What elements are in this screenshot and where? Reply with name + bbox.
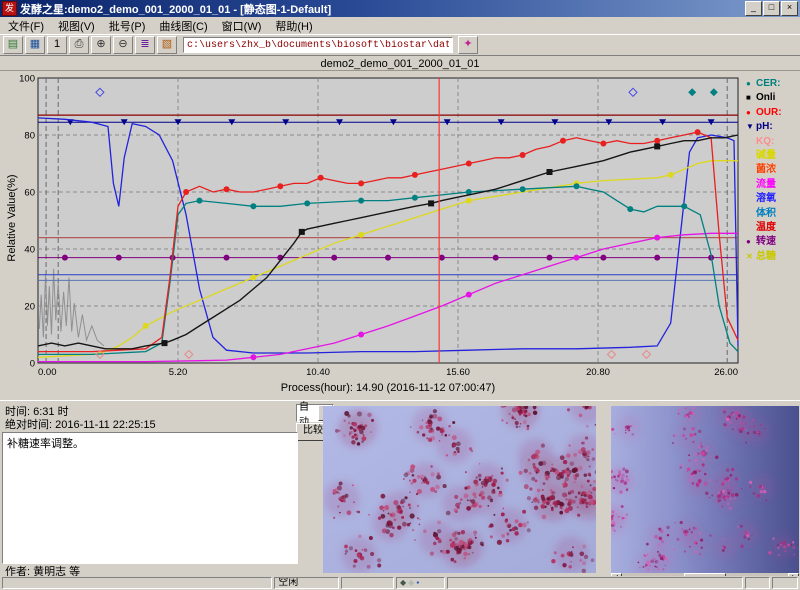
chart-legend: ●CER:■Onli●OUR:▼pH:KQ:碱量菌浓流量溶氧体积温度●转速✕总糖 bbox=[746, 77, 799, 264]
zoom-in-icon[interactable]: ⊕ bbox=[91, 36, 111, 54]
window-buttons: _□× bbox=[745, 1, 798, 16]
status-segment-1: 空闲 bbox=[274, 577, 339, 589]
menubar: 文件(F)视图(V)批号(P)曲线图(C)窗口(W)帮助(H) bbox=[0, 17, 800, 34]
svg-text:26.00: 26.00 bbox=[714, 367, 738, 378]
status-segment-2 bbox=[341, 577, 394, 589]
open-icon[interactable]: ▤ bbox=[3, 36, 23, 54]
legend-label: CER: bbox=[756, 78, 780, 89]
bottom-panel: 时间: 6:31 时 绝对时间: 2016-11-11 22:25:15 自动 … bbox=[0, 400, 800, 577]
menu-item-chart[interactable]: 曲线图(C) bbox=[152, 17, 214, 35]
save-icon[interactable]: ▦ bbox=[25, 36, 45, 54]
svg-text:100: 100 bbox=[19, 74, 35, 85]
menu-item-window[interactable]: 窗口(W) bbox=[215, 17, 269, 35]
svg-text:10.40: 10.40 bbox=[306, 367, 330, 378]
svg-text:0: 0 bbox=[30, 359, 35, 370]
print-icon[interactable]: ⎙ bbox=[69, 36, 89, 54]
window-1-icon[interactable]: 1 bbox=[47, 36, 67, 54]
legend-label: 碱量 bbox=[756, 150, 776, 161]
legend-item-5[interactable]: 碱量 bbox=[746, 149, 799, 163]
legend-item-9[interactable]: 体积 bbox=[746, 207, 799, 221]
legend-item-11[interactable]: ●转速 bbox=[746, 235, 799, 249]
micrograph-left[interactable] bbox=[323, 406, 596, 573]
micrograph-right[interactable] bbox=[611, 406, 799, 573]
legend-item-12[interactable]: ✕总糖 bbox=[746, 250, 799, 264]
chart-window-caption: demo2_demo_001_2000_01_01 bbox=[0, 54, 800, 70]
svg-text:80: 80 bbox=[24, 131, 35, 142]
menu-item-batch[interactable]: 批号(P) bbox=[102, 17, 153, 35]
status-segment-6 bbox=[772, 577, 798, 589]
legend-marker-icon: ■ bbox=[746, 91, 756, 105]
status-segment-0 bbox=[2, 577, 272, 589]
status-segment-5 bbox=[745, 577, 771, 589]
legend-item-6[interactable]: 菌浓 bbox=[746, 163, 799, 177]
app-icon: 发 bbox=[2, 1, 17, 16]
legend-marker-icon: ▼ bbox=[746, 120, 756, 134]
zoom-out-icon[interactable]: ⊖ bbox=[113, 36, 133, 54]
file-path-input[interactable] bbox=[183, 37, 453, 53]
legend-label: 转速 bbox=[756, 236, 776, 247]
note-textarea[interactable]: 补糖速率调整。 bbox=[2, 432, 298, 564]
maximize-button[interactable]: □ bbox=[763, 1, 780, 16]
chart-icon[interactable]: ▧ bbox=[157, 36, 177, 54]
svg-text:5.20: 5.20 bbox=[169, 367, 188, 378]
legend-item-0[interactable]: ●CER: bbox=[746, 77, 799, 91]
legend-item-1[interactable]: ■Onli bbox=[746, 91, 799, 105]
svg-text:Process(hour): 14.90 (2016-11-: Process(hour): 14.90 (2016-11-12 07:00:4… bbox=[281, 382, 495, 394]
svg-text:60: 60 bbox=[24, 188, 35, 199]
note-text: 补糖速率调整。 bbox=[7, 438, 84, 450]
titlebar: 发 发酵之星:demo2_demo_001_2000_01_01 - [静态图-… bbox=[0, 0, 800, 17]
legend-label: 菌浓 bbox=[756, 164, 776, 175]
legend-label: 流量 bbox=[756, 179, 776, 190]
svg-text:15.60: 15.60 bbox=[446, 367, 470, 378]
legend-item-2[interactable]: ●OUR: bbox=[746, 106, 799, 120]
legend-label: 溶氧 bbox=[756, 193, 776, 204]
legend-marker-icon: ● bbox=[746, 77, 756, 91]
svg-text:20.80: 20.80 bbox=[586, 367, 610, 378]
svg-text:0.00: 0.00 bbox=[38, 367, 57, 378]
legend-marker-icon: ● bbox=[746, 235, 756, 249]
absolute-time-label: 绝对时间: 2016-11-11 22:25:15 bbox=[5, 416, 156, 432]
menu-item-file[interactable]: 文件(F) bbox=[1, 17, 51, 35]
legend-label: Onli bbox=[756, 92, 775, 103]
refresh-icon[interactable]: ✦ bbox=[458, 36, 478, 54]
legend-label: KQ: bbox=[756, 136, 774, 147]
close-button[interactable]: × bbox=[781, 1, 798, 16]
diamond-filled-icon: ◆ bbox=[400, 578, 406, 587]
legend-marker-icon: ✕ bbox=[746, 250, 756, 264]
legend-item-8[interactable]: 溶氧 bbox=[746, 192, 799, 206]
menu-item-view[interactable]: 视图(V) bbox=[51, 17, 102, 35]
legend-item-3[interactable]: ▼pH: bbox=[746, 120, 799, 134]
diamond-light-icon: ◆ bbox=[408, 578, 414, 587]
window-title: 发酵之星:demo2_demo_001_2000_01_01 - [静态图-1-… bbox=[20, 1, 742, 17]
toolbar: ▤▦1⎙⊕⊖≣▧ ✦ bbox=[0, 34, 800, 56]
svg-text:20: 20 bbox=[24, 302, 35, 313]
minimize-button[interactable]: _ bbox=[745, 1, 762, 16]
chart-region: Relative Value(%) 0204060801000.005.2010… bbox=[0, 70, 800, 401]
legend-label: OUR: bbox=[756, 107, 782, 118]
menu-item-help[interactable]: 帮助(H) bbox=[268, 17, 319, 35]
list-icon[interactable]: ≣ bbox=[135, 36, 155, 54]
statusbar: 空闲◆◆▪ bbox=[0, 576, 800, 590]
status-segment-3: ◆◆▪ bbox=[396, 577, 445, 589]
legend-item-7[interactable]: 流量 bbox=[746, 178, 799, 192]
status-segment-4 bbox=[447, 577, 743, 589]
legend-item-10[interactable]: 温度 bbox=[746, 221, 799, 235]
toolbar-buttons: ▤▦1⎙⊕⊖≣▧ bbox=[3, 36, 177, 54]
square-blue-icon: ▪ bbox=[416, 578, 419, 587]
legend-label: 温度 bbox=[756, 222, 776, 233]
legend-label: pH: bbox=[756, 121, 773, 132]
chart-plot[interactable]: 0 20 40 60 80 100 0.00 5.20 10.40 15.60 20.80 26.00… bbox=[12, 73, 748, 399]
legend-marker-icon: ● bbox=[746, 106, 756, 120]
svg-text:40: 40 bbox=[24, 245, 35, 256]
legend-label: 总糖 bbox=[756, 251, 776, 262]
legend-label: 体积 bbox=[756, 208, 776, 219]
legend-item-4[interactable]: KQ: bbox=[746, 135, 799, 149]
